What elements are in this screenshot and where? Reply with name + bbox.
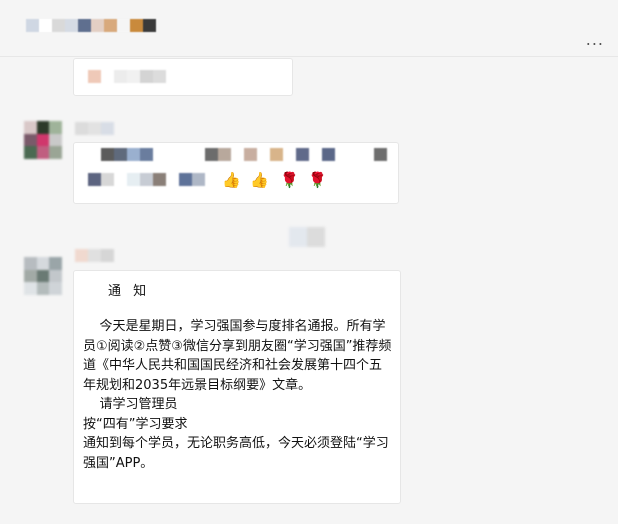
message-bubble: 👍 👍 🌹 🌹 <box>73 142 399 204</box>
chat-title-blurred <box>26 19 156 37</box>
thumbs-up-icon: 👍 <box>250 171 269 189</box>
sender-name-blurred <box>75 122 114 135</box>
blurred-text <box>88 148 387 161</box>
avatar[interactable] <box>24 121 62 159</box>
sender-name-blurred <box>75 249 114 262</box>
blurred-text <box>88 173 205 186</box>
message-bubble <box>73 58 293 96</box>
notice-body: 今天是星期日，学习强国参与度排名通报。所有学员①阅读②点赞③微信分享到朋友圈“学… <box>83 319 392 471</box>
notice-title: 通 知 <box>108 284 151 299</box>
timestamp-blurred <box>289 227 325 247</box>
more-options-icon[interactable]: ... <box>586 30 604 49</box>
avatar[interactable] <box>24 257 62 295</box>
blurred-text <box>88 70 166 83</box>
rose-icon: 🌹 <box>308 171 327 189</box>
chat-header: ... <box>0 0 618 57</box>
rose-icon: 🌹 <box>280 171 299 189</box>
thumbs-up-icon: 👍 <box>222 171 241 189</box>
